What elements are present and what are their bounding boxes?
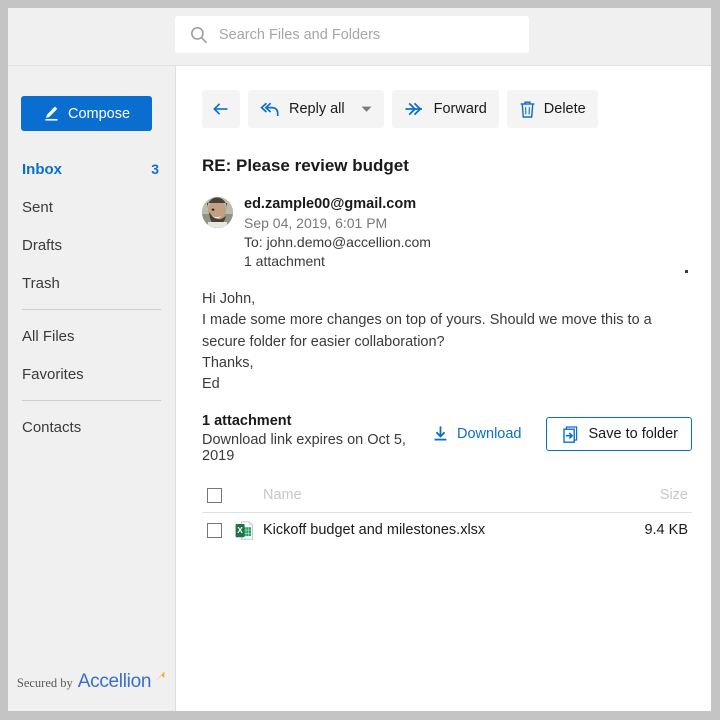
forward-button[interactable]: Forward xyxy=(391,90,499,128)
attachment-info: 1 attachment Download link expires on Oc… xyxy=(202,413,432,464)
svg-text:X: X xyxy=(237,525,243,535)
email-recipients: To: john.demo@accellion.com xyxy=(244,233,431,250)
secured-by-label: Secured by xyxy=(16,676,73,690)
trash-icon xyxy=(520,101,535,118)
email-body: Hi John, I made some more changes on top… xyxy=(202,289,692,396)
email-body-line: I made some more changes on top of yours… xyxy=(202,312,652,350)
sender-email: ed.zample00@gmail.com xyxy=(244,196,417,212)
table-header-row: Name Size xyxy=(202,478,692,513)
message-toolbar: Reply all Forward Delete xyxy=(177,90,606,128)
avatar-photo-icon xyxy=(202,197,233,228)
email-body-line: Thanks, xyxy=(202,354,254,371)
save-to-folder-icon xyxy=(562,425,577,443)
forward-label: Forward xyxy=(433,101,487,117)
attachment-expiry-label: Download link expires on Oct 5, 2019 xyxy=(202,432,406,464)
sidebar-divider xyxy=(22,400,161,401)
save-to-folder-button[interactable]: Save to folder xyxy=(545,417,692,451)
inbox-unread-count: 3 xyxy=(151,161,159,177)
forward-arrows-icon xyxy=(405,102,422,116)
download-label: Download xyxy=(457,425,522,442)
chevron-down-icon[interactable] xyxy=(361,105,372,113)
sidebar-divider xyxy=(22,309,161,310)
pencil-icon xyxy=(45,106,58,121)
email-timestamp: Sep 04, 2019, 6:01 PM xyxy=(244,215,388,232)
accellion-swoosh-icon xyxy=(155,671,165,682)
sidebar-nav: Inbox 3 Sent Drafts Trash All Files Favo… xyxy=(8,150,175,446)
select-all-checkbox[interactable] xyxy=(207,487,222,503)
email-header: ed.zample00@gmail.com Sep 04, 2019, 6:01… xyxy=(202,195,431,270)
search-input[interactable] xyxy=(219,26,499,43)
reply-all-icon xyxy=(260,102,279,116)
sidebar-item-contacts[interactable]: Contacts xyxy=(8,408,175,446)
search-icon xyxy=(191,26,208,43)
email-body-line: Ed xyxy=(202,376,220,393)
reply-all-button[interactable]: Reply all xyxy=(248,90,384,128)
email-body-line: Hi John, xyxy=(202,291,256,307)
email-subject: RE: Please review budget xyxy=(202,156,409,175)
column-header-name: Name xyxy=(263,487,302,503)
accellion-wordmark: Accellion xyxy=(77,671,152,692)
column-header-size: Size xyxy=(659,487,688,503)
delete-button[interactable]: Delete xyxy=(506,90,598,128)
avatar xyxy=(202,197,233,228)
excel-file-icon: X xyxy=(234,520,256,541)
row-checkbox[interactable] xyxy=(207,522,222,538)
compose-button-label: Compose xyxy=(67,105,131,122)
sidebar: Compose Inbox 3 Sent Drafts Trash All Fi… xyxy=(8,66,176,711)
back-button[interactable] xyxy=(202,90,240,128)
compose-button[interactable]: Compose xyxy=(21,96,152,131)
message-pane: Reply all Forward Delete RE: Please revi… xyxy=(177,66,711,711)
sidebar-item-favorites[interactable]: Favorites xyxy=(8,355,175,393)
stray-dot-artifact xyxy=(685,270,688,273)
attachment-summary: 1 attachment Download link expires on Oc… xyxy=(202,413,692,464)
search-box[interactable] xyxy=(175,16,529,53)
download-icon xyxy=(434,426,447,441)
sidebar-item-label: Contacts xyxy=(22,418,82,436)
arrow-left-icon xyxy=(213,103,228,115)
delete-label: Delete xyxy=(543,101,586,117)
file-size: 9.4 KB xyxy=(644,522,688,538)
sidebar-item-label: Favorites xyxy=(22,365,84,383)
save-to-folder-label: Save to folder xyxy=(588,426,678,442)
download-link[interactable]: Download xyxy=(432,425,522,442)
sidebar-item-label: Sent xyxy=(22,198,53,216)
sidebar-item-sent[interactable]: Sent xyxy=(8,188,175,226)
sidebar-item-label: Drafts xyxy=(22,236,63,254)
table-row[interactable]: X Kickoff budget and milestones.xlsx 9.4… xyxy=(202,513,692,547)
excel-file-icon-glyph: X xyxy=(235,520,254,540)
sidebar-item-label: All Files xyxy=(22,327,75,345)
sidebar-item-trash[interactable]: Trash xyxy=(8,264,175,302)
secured-by-branding: Secured by Accellion xyxy=(8,670,175,693)
attachment-count-label: 1 attachment xyxy=(202,413,292,429)
sidebar-item-all-files[interactable]: All Files xyxy=(8,317,175,355)
email-attachment-note: 1 attachment xyxy=(244,252,325,269)
app-window: Compose Inbox 3 Sent Drafts Trash All Fi… xyxy=(8,8,711,711)
top-header-bar xyxy=(8,8,711,66)
sidebar-item-drafts[interactable]: Drafts xyxy=(8,226,175,264)
file-name: Kickoff budget and milestones.xlsx xyxy=(263,522,486,538)
attachment-table: Name Size X Kickoff budget and milestone… xyxy=(202,478,692,547)
sidebar-item-label: Trash xyxy=(22,274,60,292)
reply-all-label: Reply all xyxy=(289,101,345,117)
sidebar-item-label: Inbox xyxy=(22,160,62,178)
sidebar-item-inbox[interactable]: Inbox 3 xyxy=(8,150,175,188)
